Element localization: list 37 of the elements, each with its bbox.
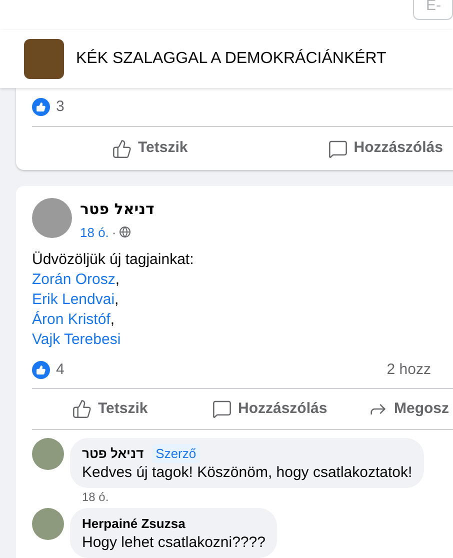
comment-count[interactable]: 2 hozz bbox=[386, 358, 431, 382]
speech-bubble-icon bbox=[212, 399, 232, 419]
author-badge: Szerző bbox=[152, 444, 200, 463]
thumbs-up-icon bbox=[72, 399, 92, 419]
group-photo-placeholder bbox=[24, 39, 64, 79]
globe-icon bbox=[119, 226, 132, 238]
action-button[interactable]: Hozzászólás bbox=[212, 398, 328, 420]
thumbs-up-icon bbox=[112, 138, 132, 158]
comment-text: Hogy lehet csatlakozni???? bbox=[82, 533, 266, 552]
avatar[interactable] bbox=[32, 508, 64, 540]
comma: , bbox=[114, 290, 119, 310]
member-link[interactable]: Áron Kristóf bbox=[32, 310, 110, 330]
comma: , bbox=[110, 310, 115, 330]
action-button[interactable]: Megosz bbox=[368, 398, 450, 420]
separator-dot: · bbox=[112, 224, 116, 242]
reaction-count[interactable]: 3 bbox=[56, 96, 64, 118]
action-button[interactable]: Hozzászólás bbox=[328, 137, 443, 160]
author-name[interactable]: דניאל פטר bbox=[80, 198, 154, 220]
comment-time[interactable]: 18 ó. bbox=[82, 489, 453, 505]
member-link[interactable]: Zorán Orosz bbox=[32, 270, 116, 290]
avatar[interactable] bbox=[32, 198, 72, 238]
comment-text: Kedves új tagok! Köszönöm, hogy csatlakoztatok! bbox=[82, 463, 412, 482]
post-time[interactable]: 18 ó. bbox=[80, 222, 109, 242]
comma: , bbox=[115, 270, 120, 290]
group-title[interactable]: KÉK SZALAGGAL A DEMOKRÁCIÁNKÉRT bbox=[76, 47, 386, 71]
member-link[interactable]: Vajk Terebesi bbox=[32, 330, 121, 350]
member-link[interactable]: Erik Lendvai bbox=[32, 290, 115, 310]
avatar[interactable] bbox=[32, 438, 64, 470]
like-reaction-icon bbox=[32, 361, 50, 379]
speech-bubble-icon bbox=[328, 138, 348, 158]
commenter-name[interactable]: דניאל פטר bbox=[82, 444, 144, 463]
reaction-count[interactable]: 4 bbox=[56, 358, 64, 382]
commenter-name[interactable]: Herpainé Zsuzsa bbox=[82, 514, 186, 533]
action-button[interactable]: Tetszik bbox=[72, 398, 148, 420]
like-reaction-icon bbox=[32, 98, 50, 116]
post-text: Üdvözöljük új tagjainkat: bbox=[32, 250, 194, 270]
action-button[interactable]: Tetszik bbox=[112, 137, 188, 160]
